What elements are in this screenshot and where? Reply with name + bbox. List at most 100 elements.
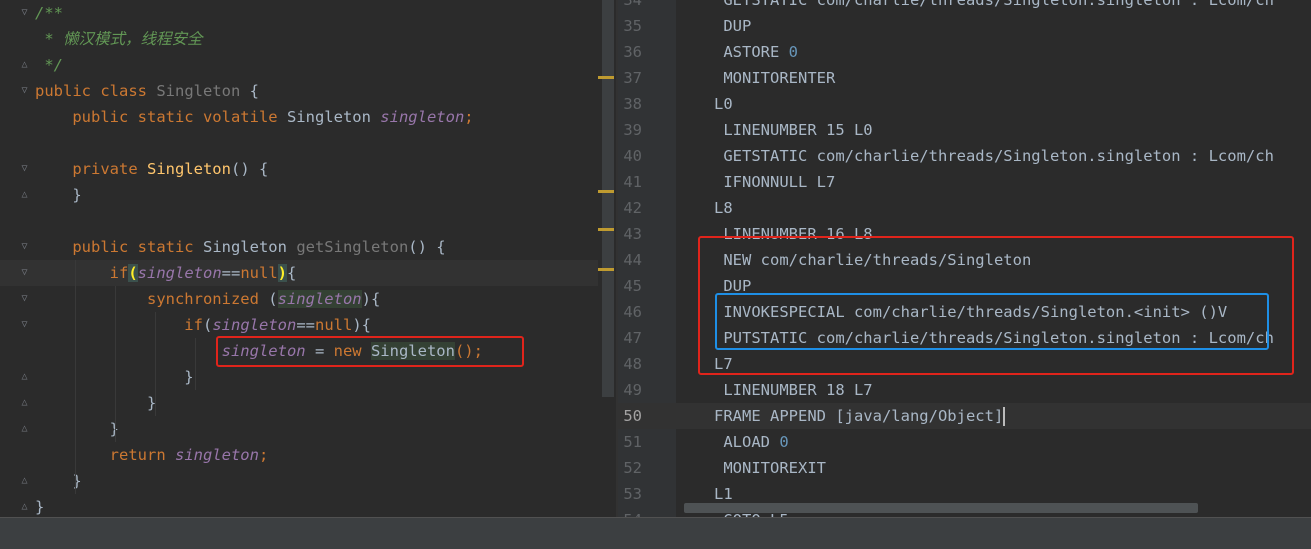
code-line[interactable]: △ }: [0, 390, 598, 416]
code-line[interactable]: [0, 130, 598, 156]
bytecode-line[interactable]: 52 MONITOREXIT: [618, 455, 1311, 481]
bytecode-line[interactable]: 38 L0: [618, 91, 1311, 117]
code-line[interactable]: ▽ if(singleton==null){: [0, 260, 598, 286]
fold-open-icon[interactable]: ▽: [20, 242, 29, 252]
code-token: public: [35, 82, 101, 100]
line-number: 51: [623, 433, 642, 451]
code-line[interactable]: △ }: [0, 416, 598, 442]
fold-open-icon[interactable]: ▽: [20, 268, 29, 278]
code-token: ;: [258, 446, 269, 464]
bytecode-line[interactable]: 39 LINENUMBER 15 L0: [618, 117, 1311, 143]
code-line[interactable]: ▽ public class Singleton {: [0, 78, 598, 104]
fold-end-icon[interactable]: △: [20, 190, 29, 200]
line-number: 50: [623, 407, 642, 425]
line-number: 38: [623, 95, 642, 113]
bytecode-line[interactable]: 37 MONITORENTER: [618, 65, 1311, 91]
code-line-text: public static volatile Singleton singlet…: [35, 104, 474, 130]
instruction: ASTORE: [714, 43, 789, 61]
code-line[interactable]: △ }: [0, 468, 598, 494]
line-number: 43: [623, 225, 642, 243]
code-token: }: [35, 498, 45, 516]
bytecode-text: GETSTATIC com/charlie/threads/Singleton.…: [714, 0, 1274, 13]
fold-open-icon[interactable]: ▽: [20, 294, 29, 304]
code-line[interactable]: ▽ synchronized (singleton){: [0, 286, 598, 312]
code-token: return: [35, 446, 175, 464]
code-line[interactable]: ▽ public static Singleton getSingleton()…: [0, 234, 598, 260]
error-stripe[interactable]: [602, 0, 614, 397]
fold-end-icon[interactable]: △: [20, 60, 29, 70]
bytecode-viewer[interactable]: 34 GETSTATIC com/charlie/threads/Singlet…: [618, 0, 1311, 517]
code-token: }: [35, 420, 119, 438]
code-token: ==: [296, 316, 315, 334]
warning-marker[interactable]: [598, 76, 614, 79]
horizontal-scrollbar[interactable]: [684, 503, 1198, 513]
bytecode-line[interactable]: 40 GETSTATIC com/charlie/threads/Singlet…: [618, 143, 1311, 169]
code-line[interactable]: ▽ /**: [0, 0, 598, 26]
code-token: singleton: [380, 108, 465, 126]
code-token: getSingleton: [296, 238, 409, 256]
bytecode-line[interactable]: 42 L8: [618, 195, 1311, 221]
code-line[interactable]: * 懒汉模式，线程安全: [0, 26, 598, 52]
code-line[interactable]: public static volatile Singleton singlet…: [0, 104, 598, 130]
fold-open-icon[interactable]: ▽: [20, 8, 29, 18]
fold-end-icon[interactable]: △: [20, 476, 29, 486]
bytecode-line[interactable]: 41 IFNONNULL L7: [618, 169, 1311, 195]
instruction: LINENUMBER 15 L0: [714, 121, 873, 139]
instruction: GETSTATIC com/charlie/threads/Singleton.…: [714, 0, 1274, 9]
code-token: synchronized: [35, 290, 269, 308]
fold-open-icon[interactable]: ▽: [20, 320, 29, 330]
code-token: ): [277, 264, 288, 282]
fold-end-icon[interactable]: △: [20, 372, 29, 382]
warning-marker[interactable]: [598, 268, 614, 271]
warning-marker[interactable]: [598, 228, 614, 231]
code-line[interactable]: △ }: [0, 182, 598, 208]
code-token: {: [287, 264, 297, 282]
bytecode-text: MONITOREXIT: [714, 455, 826, 481]
code-line-text: if(singleton==null){: [35, 312, 371, 338]
code-line[interactable]: △ */: [0, 52, 598, 78]
code-token: Singleton: [156, 82, 241, 100]
bytecode-line[interactable]: 50 FRAME APPEND [java/lang/Object]: [618, 403, 1311, 429]
code-token: ){: [352, 316, 371, 334]
code-line-text: }: [35, 416, 119, 442]
code-token: if: [35, 316, 203, 334]
code-line-text: */: [35, 52, 63, 78]
code-line[interactable]: △}: [0, 494, 598, 517]
warning-marker[interactable]: [598, 190, 614, 193]
code-token: public static volatile: [35, 108, 287, 126]
code-token: null: [240, 264, 278, 282]
code-line-text: public static Singleton getSingleton() {: [35, 234, 445, 260]
line-number: 44: [623, 251, 642, 269]
code-line[interactable]: ▽ private Singleton() {: [0, 156, 598, 182]
code-line[interactable]: return singleton;: [0, 442, 598, 468]
instruction: DUP: [714, 17, 752, 35]
line-number: 54: [618, 507, 642, 517]
bytecode-line[interactable]: 49 LINENUMBER 18 L7: [618, 377, 1311, 403]
line-number: 47: [623, 329, 642, 347]
instruction: L1: [714, 485, 733, 503]
bytecode-text: IFNONNULL L7: [714, 169, 835, 195]
fold-end-icon[interactable]: △: [20, 502, 29, 512]
bytecode-line[interactable]: 35 DUP: [618, 13, 1311, 39]
code-token: singleton: [174, 446, 259, 464]
fold-end-icon[interactable]: △: [20, 424, 29, 434]
java-source-editor[interactable]: ▽ /** * 懒汉模式，线程安全 △ */ ▽ public class Single…: [0, 0, 616, 517]
highlight-box-init-putstatic: [715, 293, 1269, 350]
fold-open-icon[interactable]: ▽: [20, 86, 29, 96]
code-line[interactable]: [0, 208, 598, 234]
bytecode-line[interactable]: 34 GETSTATIC com/charlie/threads/Singlet…: [618, 0, 1311, 13]
fold-open-icon[interactable]: ▽: [20, 164, 29, 174]
code-token: singleton: [137, 264, 222, 282]
instruction: LINENUMBER 18 L7: [714, 381, 873, 399]
fold-end-icon[interactable]: △: [20, 398, 29, 408]
code-token: ;: [464, 108, 474, 126]
code-line[interactable]: ▽ if(singleton==null){: [0, 312, 598, 338]
bytecode-line[interactable]: 51 ALOAD 0: [618, 429, 1311, 455]
operand-number: 0: [779, 433, 789, 451]
bytecode-text: L8: [714, 195, 733, 221]
code-line-text: }: [35, 494, 44, 517]
code-line[interactable]: △ }: [0, 364, 598, 390]
bytecode-line[interactable]: 36 ASTORE 0: [618, 39, 1311, 65]
code-token: (: [268, 290, 278, 308]
code-token: Singleton: [202, 238, 297, 256]
